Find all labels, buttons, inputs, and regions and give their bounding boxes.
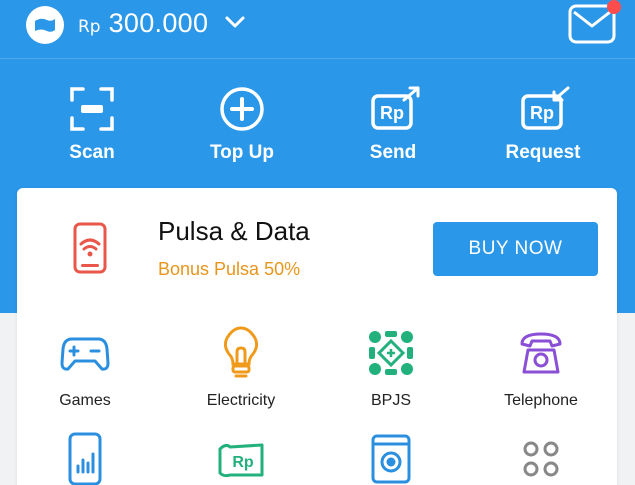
service-games[interactable]: Games [15,326,155,410]
mail-icon[interactable] [568,0,621,44]
safe-icon [366,432,416,485]
more-grid-icon [516,432,566,485]
send-label: Send [369,142,417,163]
svg-text:Rp: Rp [530,103,554,123]
service-telephone[interactable]: Telephone [471,326,611,410]
service-label: BPJS [370,392,411,409]
scan-label: Scan [69,142,115,163]
scan-icon [69,86,115,132]
service-label: Telephone [504,392,578,409]
notification-dot [607,0,621,14]
telephone-icon [516,326,566,380]
balance-display[interactable]: Rp 300.000 [78,8,208,39]
request-label: Request [505,142,581,163]
top-up-button[interactable]: Top Up [187,86,297,164]
bpjs-icon [366,326,416,380]
currency-label: Rp [78,17,101,37]
mobile-chart-icon [60,432,110,485]
phone-signal-icon [73,222,107,278]
send-button[interactable]: Rp Send [338,86,448,164]
request-button[interactable]: Rp Request [488,86,598,164]
promo-subtitle: Bonus Pulsa 50% [158,259,301,279]
service-label: Electricity [206,392,276,409]
scan-button[interactable]: Scan [37,86,147,164]
gamepad-icon [60,326,110,380]
service-label: Games [59,392,111,409]
services-card: Pulsa & Data Bonus Pulsa 50% BUY NOW Gam… [17,188,617,485]
buy-now-button[interactable]: BUY NOW [433,222,598,276]
service-more[interactable] [471,432,611,485]
promo-title: Pulsa & Data [158,216,310,246]
balance-amount: 300.000 [108,8,209,38]
service-bpjs[interactable]: BPJS [321,326,461,410]
lightbulb-icon [216,326,266,380]
send-money-icon: Rp [370,86,420,132]
top-up-label: Top Up [209,142,274,163]
banknote-icon: Rp [216,432,266,485]
wallet-icon[interactable] [26,6,64,44]
service-cash[interactable]: Rp [171,432,311,485]
chevron-down-icon[interactable] [225,14,245,33]
request-money-icon: Rp [520,86,570,132]
service-electricity[interactable]: Electricity [171,326,311,410]
plus-circle-icon [219,86,265,132]
svg-text:Rp: Rp [232,454,254,471]
service-mobile-data[interactable] [15,432,155,485]
service-savings[interactable] [321,432,461,485]
svg-text:Rp: Rp [380,103,404,123]
